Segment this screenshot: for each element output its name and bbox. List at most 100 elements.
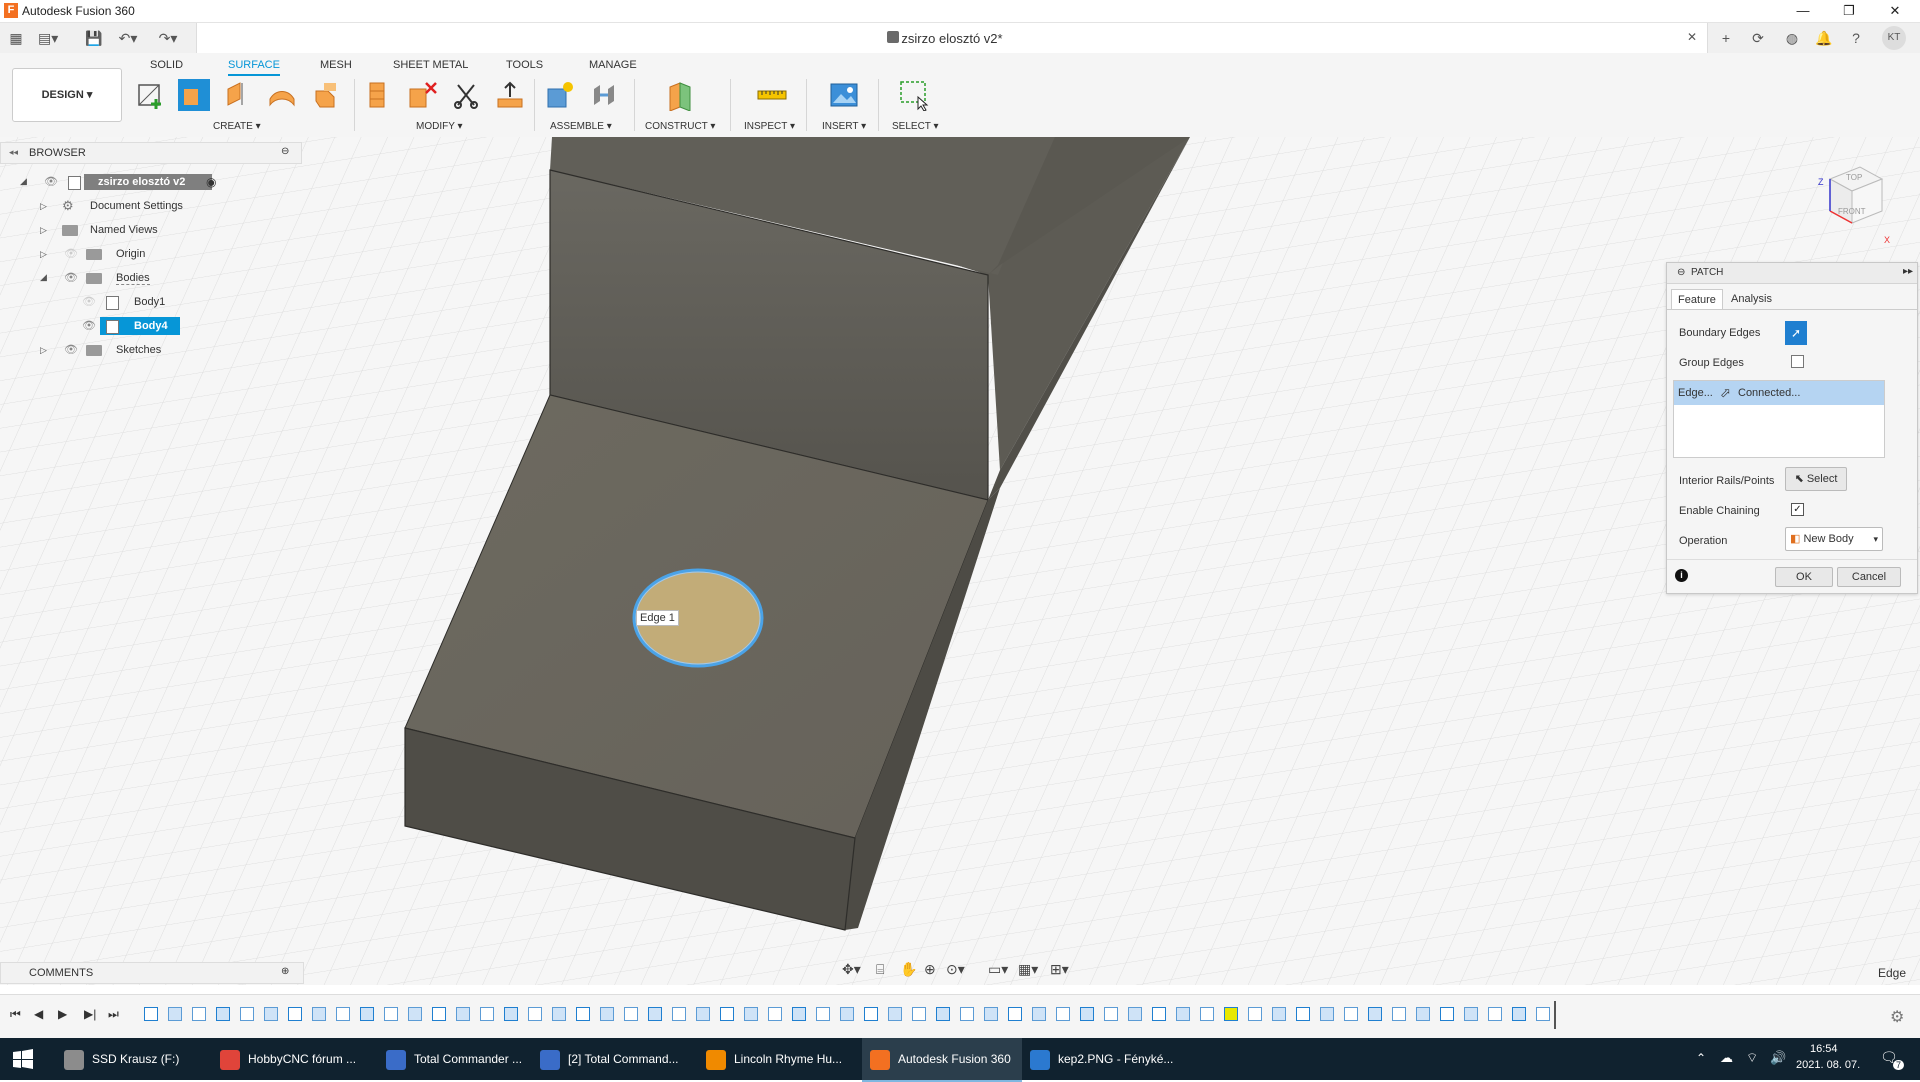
clock-time[interactable]: 16:54 — [1810, 1043, 1838, 1055]
timeline-feature-icon[interactable] — [1152, 1007, 1166, 1021]
orbit-icon[interactable]: ✥▾ — [842, 961, 861, 978]
timeline-feature-icon[interactable] — [288, 1007, 302, 1021]
view-cube[interactable] — [1812, 157, 1892, 237]
timeline-feature-icon[interactable] — [720, 1007, 734, 1021]
tree-item-named-views[interactable]: ▷ Named Views — [0, 220, 300, 242]
timeline-settings-gear-icon[interactable]: ⚙ — [1890, 1007, 1904, 1027]
tab-analysis[interactable]: Analysis — [1725, 289, 1778, 309]
taskbar-app[interactable]: Lincoln Rhyme Hu... — [698, 1038, 866, 1080]
taskbar-app[interactable]: HobbyCNC fórum ... — [212, 1038, 380, 1080]
maximize-button[interactable]: ❐ — [1826, 0, 1872, 22]
tree-item-origin[interactable]: ▷ 👁 Origin — [0, 244, 300, 266]
construct-group-label[interactable]: CONSTRUCT ▾ — [645, 121, 715, 132]
timeline-feature-icon[interactable] — [1368, 1007, 1382, 1021]
timeline-feature-icon[interactable] — [1464, 1007, 1478, 1021]
expand-triangle-icon[interactable]: ◢ — [20, 176, 30, 186]
offset-plane-icon[interactable] — [664, 79, 696, 111]
boundary-edges-select-button[interactable]: ➚ — [1785, 321, 1807, 345]
timeline-feature-icon[interactable] — [864, 1007, 878, 1021]
redo-icon[interactable]: ↷▾ — [158, 29, 178, 47]
dialog-expand-icon[interactable]: ▸▸ — [1903, 266, 1913, 277]
timeline-feature-icon[interactable] — [480, 1007, 494, 1021]
edge-selection-list[interactable]: Edge... ⬀ Connected... — [1673, 380, 1885, 458]
visibility-eye-icon[interactable]: 👁 — [82, 295, 96, 308]
timeline-feature-icon[interactable] — [888, 1007, 902, 1021]
extrude-surface-icon[interactable] — [178, 79, 210, 111]
timeline-feature-icon[interactable] — [1296, 1007, 1310, 1021]
collapse-triangle-icon[interactable]: ◢ — [40, 272, 50, 282]
insert-group-label[interactable]: INSERT ▾ — [822, 121, 866, 132]
job-status-icon[interactable]: ◍ — [1782, 29, 1802, 47]
go-to-end-icon[interactable]: ⏭ — [108, 1007, 119, 1022]
timeline-feature-icon[interactable] — [408, 1007, 422, 1021]
enable-chaining-checkbox[interactable]: ✓ — [1791, 503, 1804, 516]
new-tab-plus-icon[interactable]: + — [1716, 29, 1736, 47]
root-component-label[interactable]: zsirzo elosztó v2 — [84, 174, 212, 190]
tree-item-body1[interactable]: 👁 Body1 — [0, 292, 300, 314]
grid-settings-icon[interactable]: ▦▾ — [1018, 961, 1038, 978]
select-window-icon[interactable] — [898, 79, 930, 111]
viewports-icon[interactable]: ⊞▾ — [1050, 961, 1069, 978]
timeline-feature-icon[interactable] — [648, 1007, 662, 1021]
timeline-feature-icon[interactable] — [1128, 1007, 1142, 1021]
save-icon[interactable]: 💾 — [84, 29, 104, 47]
help-icon[interactable]: ? — [1846, 29, 1866, 47]
timeline-feature-icon[interactable] — [1392, 1007, 1406, 1021]
timeline-feature-icon[interactable] — [360, 1007, 374, 1021]
collapse-arrows-icon[interactable]: ◂◂ — [9, 147, 18, 158]
visibility-eye-icon[interactable]: 👁 — [64, 271, 78, 284]
zoom-icon[interactable]: ⊕ — [924, 961, 936, 978]
create-group-label[interactable]: CREATE ▾ — [213, 121, 261, 132]
timeline-feature-icon[interactable] — [960, 1007, 974, 1021]
expand-triangle-icon[interactable]: ▷ — [40, 225, 50, 235]
expand-triangle-icon[interactable]: ▷ — [40, 345, 50, 355]
timeline-feature-icon[interactable] — [1224, 1007, 1238, 1021]
play-icon[interactable]: ▶ — [58, 1007, 67, 1021]
tree-root[interactable]: ◢ 👁 zsirzo elosztó v2 ◉ — [0, 172, 300, 194]
timeline-marker[interactable] — [1554, 1001, 1556, 1029]
timeline-feature-icon[interactable] — [1104, 1007, 1118, 1021]
timeline-feature-icon[interactable] — [432, 1007, 446, 1021]
display-settings-icon[interactable]: ▭▾ — [988, 961, 1008, 978]
timeline-feature-icon[interactable] — [912, 1007, 926, 1021]
expand-triangle-icon[interactable]: ▷ — [40, 249, 50, 259]
step-back-icon[interactable]: ◀ — [34, 1007, 43, 1021]
taskbar-app[interactable]: SSD Krausz (F:) — [56, 1038, 214, 1080]
cancel-button[interactable]: Cancel — [1837, 567, 1901, 587]
comments-panel[interactable]: COMMENTS ⊕ — [0, 962, 304, 984]
look-at-icon[interactable]: ⌸ — [876, 961, 884, 978]
close-tab-icon[interactable]: ✕ — [1687, 30, 1697, 44]
step-forward-icon[interactable]: ▶| — [84, 1007, 96, 1021]
browser-header[interactable]: ◂◂ BROWSER ⊖ — [0, 142, 302, 164]
tab-sheet-metal[interactable]: SHEET METAL — [393, 59, 468, 71]
timeline-feature-icon[interactable] — [1440, 1007, 1454, 1021]
tray-chevron-icon[interactable]: ⌃ — [1696, 1051, 1706, 1065]
timeline-feature-icon[interactable] — [744, 1007, 758, 1021]
taskbar-app[interactable]: [2] Total Command... — [532, 1038, 700, 1080]
timeline-feature-icon[interactable] — [336, 1007, 350, 1021]
timeline-feature-icon[interactable] — [576, 1007, 590, 1021]
taskbar-app[interactable]: kep2.PNG - Fényké... — [1022, 1038, 1180, 1080]
timeline-feature-icon[interactable] — [552, 1007, 566, 1021]
timeline-feature-icon[interactable] — [264, 1007, 278, 1021]
network-icon[interactable]: ⌔ — [1746, 1050, 1758, 1066]
timeline-feature-icon[interactable] — [1032, 1007, 1046, 1021]
joint-icon[interactable] — [588, 79, 620, 111]
timeline-feature-icon[interactable] — [1512, 1007, 1526, 1021]
assemble-group-label[interactable]: ASSEMBLE ▾ — [550, 121, 612, 132]
timeline-feature-icon[interactable] — [1272, 1007, 1286, 1021]
timeline-feature-icon[interactable] — [1248, 1007, 1262, 1021]
sweep-icon[interactable] — [266, 79, 298, 111]
taskbar-app[interactable]: Autodesk Fusion 360 — [862, 1038, 1022, 1082]
go-to-start-icon[interactable]: ⏮ — [10, 1007, 21, 1022]
visibility-eye-icon[interactable]: 👁 — [64, 247, 78, 260]
insert-image-icon[interactable] — [828, 79, 860, 111]
timeline-feature-icon[interactable] — [1200, 1007, 1214, 1021]
timeline-feature-icon[interactable] — [1416, 1007, 1430, 1021]
tree-item-document-settings[interactable]: ▷ ⚙ Document Settings — [0, 196, 300, 218]
select-group-label[interactable]: SELECT ▾ — [892, 121, 939, 132]
tab-solid[interactable]: SOLID — [150, 59, 183, 71]
tab-tools[interactable]: TOOLS — [506, 59, 543, 71]
timeline-feature-icon[interactable] — [1536, 1007, 1550, 1021]
timeline-feature-icon[interactable] — [768, 1007, 782, 1021]
